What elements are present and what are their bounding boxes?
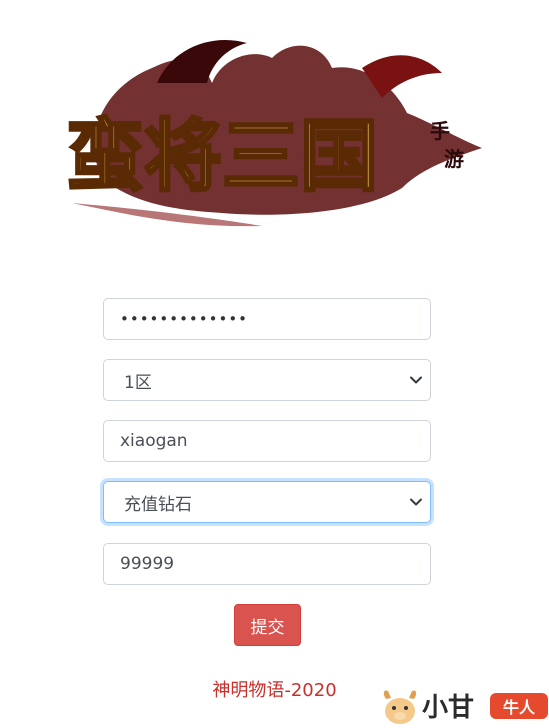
server-select-value: 1区 <box>124 372 152 393</box>
chevron-down-icon <box>410 498 422 506</box>
password-field[interactable]: ••••••••••••• <box>103 298 431 340</box>
watermark: 小甘 牛人 <box>380 683 549 728</box>
username-value: xiaogan <box>120 431 188 451</box>
game-logo-art: 蛮将三国 手 游 手游 <box>62 28 482 227</box>
item-select-value: 充值钻石 <box>124 494 192 515</box>
logo-title: 蛮将三国 <box>66 111 378 202</box>
server-select[interactable]: 1区 <box>103 359 431 401</box>
logo-tag-line1: 手 <box>430 119 450 143</box>
watermark-badge: 牛人 <box>490 693 548 719</box>
amount-field[interactable]: 99999 <box>103 543 431 585</box>
bull-mascot-icon <box>383 690 417 724</box>
username-field[interactable]: xiaogan <box>103 420 431 462</box>
item-select[interactable]: 充值钻石 <box>103 481 431 523</box>
game-logo: 蛮将三国 手 游 手游 <box>62 28 492 233</box>
submit-button[interactable]: 提交 <box>234 604 301 646</box>
watermark-text: 小甘 <box>422 693 475 723</box>
logo-tag: 手游 <box>62 28 64 29</box>
logo-tag-line2: 游 <box>444 147 464 171</box>
chevron-down-icon <box>410 376 422 384</box>
amount-value: 99999 <box>120 554 175 574</box>
password-mask: ••••••••••••• <box>120 310 249 328</box>
